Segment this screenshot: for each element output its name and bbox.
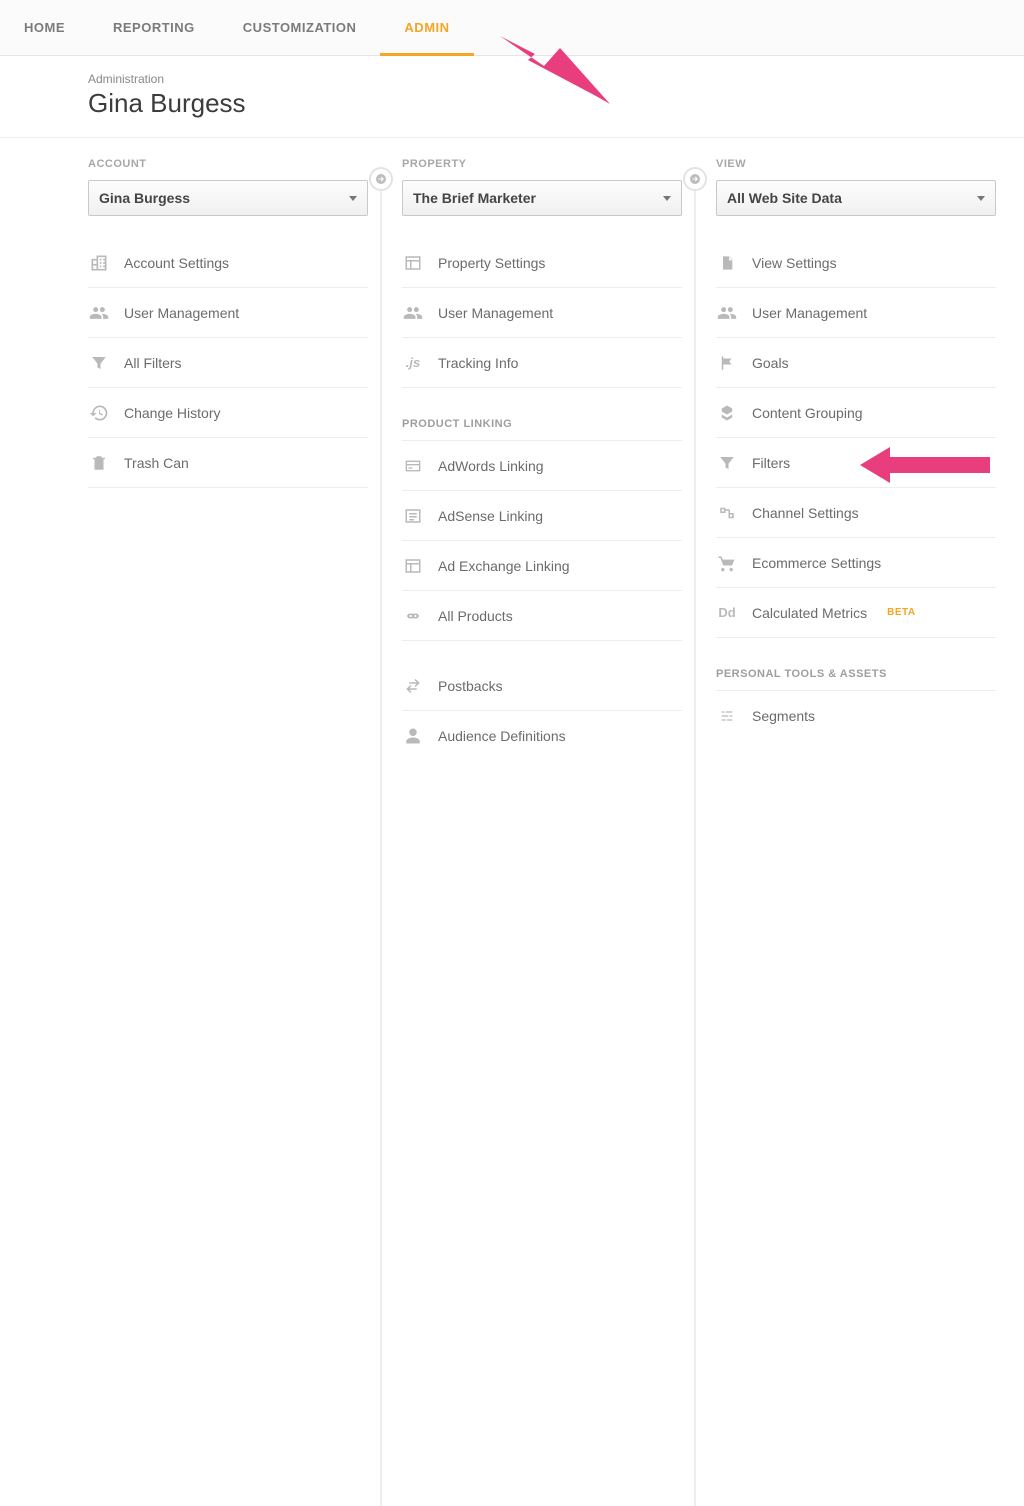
property-settings[interactable]: Property Settings — [402, 238, 682, 288]
breadcrumb: Administration — [88, 72, 1024, 86]
postbacks[interactable]: Postbacks — [402, 661, 682, 711]
account-change-history[interactable]: Change History — [88, 388, 368, 438]
property-column: PROPERTY The Brief Marketer Property Set… — [402, 158, 682, 761]
layout-icon — [402, 254, 424, 272]
swap-icon — [402, 677, 424, 695]
account-trash[interactable]: Trash Can — [88, 438, 368, 488]
property-user-management[interactable]: User Management — [402, 288, 682, 338]
chevron-down-icon — [349, 196, 357, 201]
personal-tools-header: PERSONAL TOOLS & ASSETS — [716, 638, 996, 691]
view-channel-settings[interactable]: Channel Settings — [716, 488, 996, 538]
js-icon: .js — [402, 355, 424, 370]
view-goals-label: Goals — [752, 355, 789, 371]
adwords-linking[interactable]: AdWords Linking — [402, 441, 682, 491]
admin-columns: ACCOUNT Gina Burgess Account Settings Us… — [0, 138, 1024, 761]
view-calculated-metrics-label: Calculated Metrics — [752, 605, 867, 621]
account-settings-label: Account Settings — [124, 255, 229, 271]
adwords-linking-label: AdWords Linking — [438, 458, 544, 474]
ad-exchange-linking-label: Ad Exchange Linking — [438, 558, 570, 574]
nav-customization[interactable]: CUSTOMIZATION — [219, 0, 381, 56]
view-user-management-label: User Management — [752, 305, 867, 321]
view-segments-label: Segments — [752, 708, 815, 724]
all-products-label: All Products — [438, 608, 513, 624]
person-icon — [402, 726, 424, 746]
users-icon — [88, 303, 110, 323]
product-linking-header: PRODUCT LINKING — [402, 388, 682, 441]
view-user-management[interactable]: User Management — [716, 288, 996, 338]
group-icon — [716, 403, 738, 423]
chevron-down-icon — [977, 196, 985, 201]
page-title: Gina Burgess — [88, 88, 1024, 119]
view-label: VIEW — [716, 158, 996, 170]
funnel-icon — [88, 354, 110, 372]
building-icon — [88, 253, 110, 273]
users-icon — [402, 303, 424, 323]
layout-icon — [402, 557, 424, 575]
flow-icon — [716, 504, 738, 522]
view-filters[interactable]: Filters — [716, 438, 996, 488]
account-change-history-label: Change History — [124, 405, 221, 421]
view-filters-label: Filters — [752, 455, 790, 471]
nav-reporting[interactable]: REPORTING — [89, 0, 219, 56]
card-icon — [402, 458, 424, 474]
view-selected: All Web Site Data — [727, 190, 842, 206]
dd-icon: Dd — [716, 605, 738, 620]
audience-definitions-label: Audience Definitions — [438, 728, 566, 744]
view-segments[interactable]: Segments — [716, 691, 996, 741]
account-trash-label: Trash Can — [124, 455, 189, 471]
page-header: Administration Gina Burgess — [0, 56, 1024, 138]
nav-admin[interactable]: ADMIN — [380, 0, 473, 56]
audience-definitions[interactable]: Audience Definitions — [402, 711, 682, 761]
property-tracking-info-label: Tracking Info — [438, 355, 518, 371]
view-goals[interactable]: Goals — [716, 338, 996, 388]
view-selector[interactable]: All Web Site Data — [716, 180, 996, 216]
account-label: ACCOUNT — [88, 158, 368, 170]
nav-home[interactable]: HOME — [20, 0, 89, 56]
history-icon — [88, 403, 110, 423]
link-icon — [402, 609, 424, 623]
account-user-management[interactable]: User Management — [88, 288, 368, 338]
chevron-down-icon — [663, 196, 671, 201]
account-all-filters-label: All Filters — [124, 355, 182, 371]
page-icon — [716, 253, 738, 273]
view-column: VIEW All Web Site Data View Settings Use… — [716, 158, 996, 761]
view-calculated-metrics[interactable]: Dd Calculated Metrics BETA — [716, 588, 996, 638]
cart-icon — [716, 553, 738, 573]
account-selector[interactable]: Gina Burgess — [88, 180, 368, 216]
view-content-grouping[interactable]: Content Grouping — [716, 388, 996, 438]
view-ecommerce-settings[interactable]: Ecommerce Settings — [716, 538, 996, 588]
view-channel-settings-label: Channel Settings — [752, 505, 859, 521]
ad-exchange-linking[interactable]: Ad Exchange Linking — [402, 541, 682, 591]
all-products[interactable]: All Products — [402, 591, 682, 641]
segments-icon — [716, 708, 738, 724]
adsense-linking-label: AdSense Linking — [438, 508, 543, 524]
property-settings-label: Property Settings — [438, 255, 545, 271]
property-label: PROPERTY — [402, 158, 682, 170]
view-settings[interactable]: View Settings — [716, 238, 996, 288]
property-user-management-label: User Management — [438, 305, 553, 321]
connector-icon — [369, 167, 393, 191]
trash-icon — [88, 453, 110, 473]
view-settings-label: View Settings — [752, 255, 837, 271]
view-ecommerce-settings-label: Ecommerce Settings — [752, 555, 881, 571]
property-tracking-info[interactable]: .js Tracking Info — [402, 338, 682, 388]
list-icon — [402, 507, 424, 525]
top-nav: HOME REPORTING CUSTOMIZATION ADMIN — [0, 0, 1024, 56]
property-selector[interactable]: The Brief Marketer — [402, 180, 682, 216]
account-settings[interactable]: Account Settings — [88, 238, 368, 288]
account-selected: Gina Burgess — [99, 190, 190, 206]
postbacks-label: Postbacks — [438, 678, 503, 694]
view-content-grouping-label: Content Grouping — [752, 405, 863, 421]
connector-icon — [683, 167, 707, 191]
property-selected: The Brief Marketer — [413, 190, 536, 206]
account-all-filters[interactable]: All Filters — [88, 338, 368, 388]
account-column: ACCOUNT Gina Burgess Account Settings Us… — [88, 158, 368, 761]
users-icon — [716, 303, 738, 323]
funnel-icon — [716, 454, 738, 472]
account-user-management-label: User Management — [124, 305, 239, 321]
flag-icon — [716, 353, 738, 373]
adsense-linking[interactable]: AdSense Linking — [402, 491, 682, 541]
beta-badge: BETA — [887, 607, 915, 618]
